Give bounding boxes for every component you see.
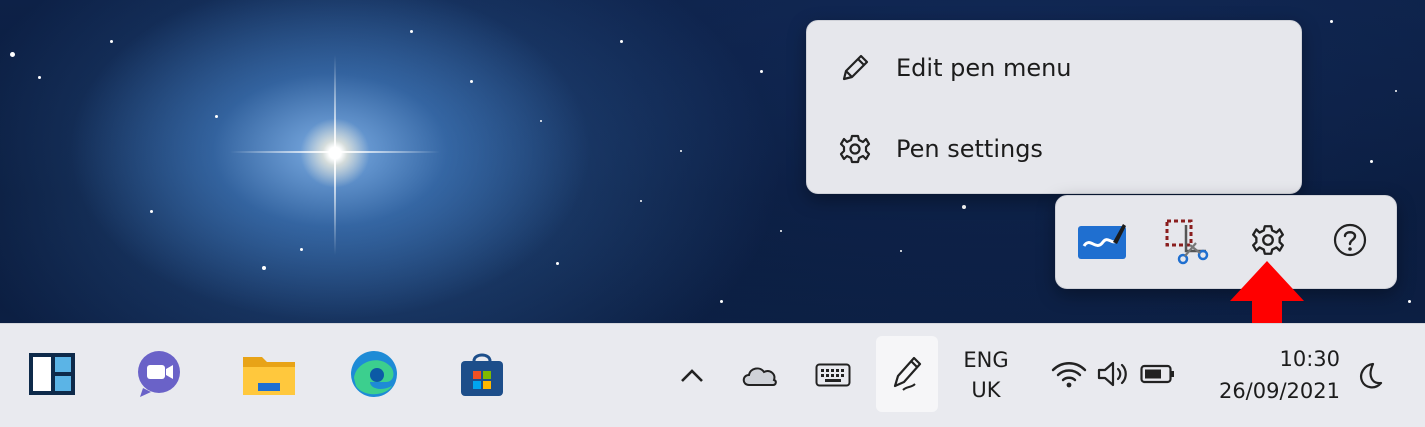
whiteboard-button[interactable] — [1076, 216, 1128, 268]
file-explorer-icon — [240, 349, 298, 403]
star — [556, 262, 559, 265]
start-icon — [27, 351, 77, 401]
star — [1408, 300, 1411, 303]
star — [900, 250, 902, 252]
star — [470, 80, 473, 83]
pen-menu-flyout — [1055, 195, 1397, 289]
star — [540, 120, 542, 122]
date-text: 26/09/2021 — [1218, 379, 1340, 403]
edge-button[interactable] — [345, 348, 403, 404]
star — [1395, 90, 1397, 92]
moon-icon — [1355, 361, 1385, 395]
edit-pen-menu-item[interactable]: Edit pen menu — [807, 36, 1301, 100]
snipping-tool-button[interactable] — [1159, 216, 1211, 268]
star — [262, 266, 266, 270]
battery-icon — [1140, 363, 1176, 389]
menu-item-label: Pen settings — [896, 135, 1043, 163]
store-button[interactable] — [453, 348, 511, 404]
star — [680, 150, 682, 152]
teams-button[interactable] — [130, 348, 188, 404]
star — [640, 200, 642, 202]
volume-icon — [1096, 359, 1132, 393]
star — [962, 205, 966, 209]
pencil-icon — [835, 48, 875, 88]
star — [10, 52, 15, 57]
star — [760, 70, 763, 73]
gear-icon — [835, 129, 875, 169]
focus-assist-button[interactable] — [1350, 358, 1390, 398]
wifi-icon — [1050, 359, 1088, 393]
help-icon — [1332, 222, 1368, 262]
language-indicator[interactable]: ENG UK — [950, 342, 1022, 408]
onedrive-button[interactable] — [737, 358, 781, 396]
whiteboard-icon — [1077, 220, 1127, 264]
keyboard-layout: UK — [971, 378, 1001, 402]
star-ray — [334, 55, 336, 255]
pen-icon — [889, 352, 925, 396]
star — [720, 300, 723, 303]
star — [38, 76, 41, 79]
taskbar: ENG UK 10:30 26/09/2021 — [0, 323, 1425, 427]
snipping-tool-icon — [1160, 215, 1210, 269]
star — [110, 40, 113, 43]
star — [215, 115, 218, 118]
star — [620, 40, 623, 43]
star — [150, 210, 153, 213]
menu-item-label: Edit pen menu — [896, 54, 1072, 82]
quick-settings-button[interactable] — [1042, 354, 1184, 398]
cloud-icon — [740, 362, 778, 392]
star — [780, 230, 782, 232]
chevron-up-icon — [679, 366, 705, 388]
file-explorer-button[interactable] — [238, 348, 300, 404]
keyboard-icon — [815, 363, 851, 391]
pen-context-menu: Edit pen menu Pen settings — [806, 20, 1302, 194]
star — [1370, 160, 1373, 163]
touch-keyboard-button[interactable] — [811, 358, 855, 396]
star — [300, 248, 303, 251]
clock[interactable]: 10:30 26/09/2021 — [1196, 340, 1340, 410]
start-button[interactable] — [24, 348, 80, 404]
show-hidden-icons-button[interactable] — [673, 358, 711, 396]
store-icon — [457, 349, 507, 403]
edge-icon — [348, 348, 400, 404]
language-code: ENG — [963, 348, 1009, 372]
star — [410, 30, 413, 33]
pen-settings-menu-item[interactable]: Pen settings — [807, 117, 1301, 181]
pen-menu-button[interactable] — [876, 336, 938, 412]
help-button[interactable] — [1324, 216, 1376, 268]
time-text: 10:30 — [1279, 347, 1340, 371]
teams-icon — [133, 348, 185, 404]
star — [1330, 20, 1333, 23]
gear-icon — [1250, 222, 1286, 262]
